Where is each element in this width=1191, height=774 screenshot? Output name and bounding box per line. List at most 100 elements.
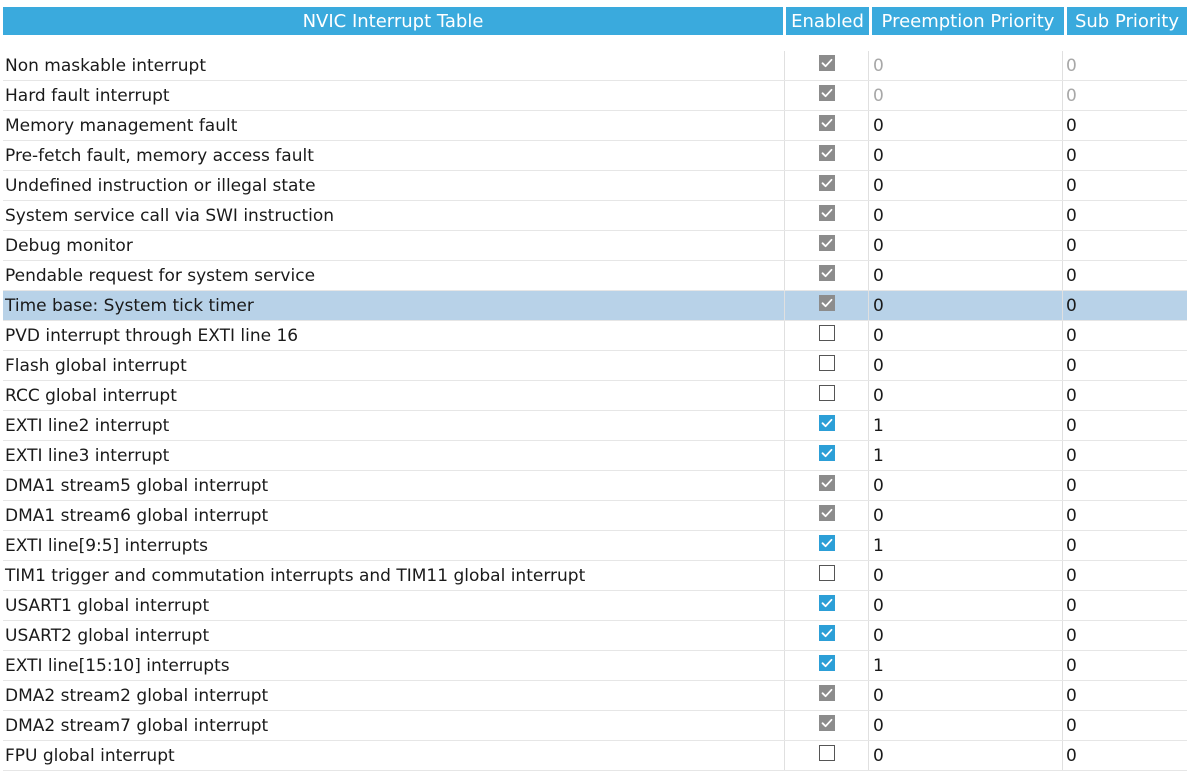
sub-priority-value[interactable]: 0 — [1063, 561, 1187, 590]
preemption-priority-value[interactable]: 0 — [869, 681, 1063, 710]
enabled-checkbox[interactable] — [818, 564, 835, 581]
preemption-priority-value[interactable]: 0 — [869, 621, 1063, 650]
preemption-priority-value[interactable]: 0 — [869, 501, 1063, 530]
enabled-checkbox[interactable] — [818, 654, 835, 671]
enabled-cell — [785, 51, 869, 80]
preemption-priority-value[interactable]: 1 — [869, 411, 1063, 440]
interrupt-name: Flash global interrupt — [3, 351, 785, 380]
sub-priority-value[interactable]: 0 — [1063, 621, 1187, 650]
preemption-priority-value[interactable]: 0 — [869, 591, 1063, 620]
sub-priority-value[interactable]: 0 — [1063, 111, 1187, 140]
preemption-priority-value[interactable]: 1 — [869, 651, 1063, 680]
preemption-priority-value[interactable]: 0 — [869, 261, 1063, 290]
sub-priority-value[interactable]: 0 — [1063, 141, 1187, 170]
preemption-priority-value[interactable]: 0 — [869, 381, 1063, 410]
enabled-checkbox[interactable] — [818, 444, 835, 461]
preemption-priority-value[interactable]: 0 — [869, 231, 1063, 260]
preemption-priority-value[interactable]: 0 — [869, 351, 1063, 380]
enabled-checkbox[interactable] — [818, 354, 835, 371]
preemption-priority-value[interactable]: 1 — [869, 441, 1063, 470]
preemption-priority-value[interactable]: 0 — [869, 171, 1063, 200]
checkmark-icon — [821, 448, 832, 457]
enabled-cell — [785, 111, 869, 140]
sub-priority-value[interactable]: 0 — [1063, 321, 1187, 350]
table-row[interactable]: FPU global interrupt 0 0 — [3, 741, 1187, 771]
column-header-interrupt[interactable]: NVIC Interrupt Table — [3, 7, 783, 35]
sub-priority-value[interactable]: 0 — [1063, 291, 1187, 320]
interrupt-name: TIM1 trigger and commutation interrupts … — [3, 561, 785, 590]
table-row[interactable]: DMA2 stream2 global interrupt 0 0 — [3, 681, 1187, 711]
sub-priority-value[interactable]: 0 — [1063, 591, 1187, 620]
sub-priority-value[interactable]: 0 — [1063, 471, 1187, 500]
enabled-checkbox[interactable] — [818, 324, 835, 341]
table-row[interactable]: Undefined instruction or illegal state 0 0 — [3, 171, 1187, 201]
enabled-checkbox[interactable] — [818, 624, 835, 641]
preemption-priority-value[interactable]: 0 — [869, 111, 1063, 140]
sub-priority-value[interactable]: 0 — [1063, 441, 1187, 470]
table-row[interactable]: Hard fault interrupt 0 0 — [3, 81, 1187, 111]
table-row[interactable]: EXTI line2 interrupt 1 0 — [3, 411, 1187, 441]
sub-priority-value[interactable]: 0 — [1063, 171, 1187, 200]
interrupt-name: Undefined instruction or illegal state — [3, 171, 785, 200]
sub-priority-value[interactable]: 0 — [1063, 531, 1187, 560]
sub-priority-value[interactable]: 0 — [1063, 651, 1187, 680]
table-row[interactable]: EXTI line3 interrupt 1 0 — [3, 441, 1187, 471]
preemption-priority-value[interactable]: 0 — [869, 201, 1063, 230]
enabled-checkbox[interactable] — [818, 384, 835, 401]
sub-priority-value[interactable]: 0 — [1063, 201, 1187, 230]
sub-priority-value[interactable]: 0 — [1063, 501, 1187, 530]
enabled-checkbox[interactable] — [818, 534, 835, 551]
table-row[interactable]: USART2 global interrupt 0 0 — [3, 621, 1187, 651]
checkmark-icon — [821, 88, 832, 97]
checkmark-icon — [821, 58, 832, 67]
sub-priority-value[interactable]: 0 — [1063, 231, 1187, 260]
enabled-checkbox — [818, 474, 835, 491]
preemption-priority-value[interactable]: 1 — [869, 531, 1063, 560]
table-row[interactable]: RCC global interrupt 0 0 — [3, 381, 1187, 411]
preemption-priority-value: 0 — [869, 81, 1063, 110]
interrupt-name: Debug monitor — [3, 231, 785, 260]
table-row[interactable]: DMA2 stream7 global interrupt 0 0 — [3, 711, 1187, 741]
table-row[interactable]: Memory management fault 0 0 — [3, 111, 1187, 141]
sub-priority-value[interactable]: 0 — [1063, 261, 1187, 290]
table-row[interactable]: PVD interrupt through EXTI line 16 0 0 — [3, 321, 1187, 351]
table-row[interactable]: System service call via SWI instruction 0… — [3, 201, 1187, 231]
table-row[interactable]: Flash global interrupt 0 0 — [3, 351, 1187, 381]
enabled-checkbox[interactable] — [818, 744, 835, 761]
enabled-checkbox[interactable] — [818, 414, 835, 431]
table-row[interactable]: Pre-fetch fault, memory access fault 0 0 — [3, 141, 1187, 171]
checkmark-icon — [821, 148, 832, 157]
table-row[interactable]: Pendable request for system service 0 0 — [3, 261, 1187, 291]
interrupt-name: EXTI line3 interrupt — [3, 441, 785, 470]
table-row[interactable]: Non maskable interrupt 0 0 — [3, 51, 1187, 81]
preemption-priority-value[interactable]: 0 — [869, 711, 1063, 740]
sub-priority-value[interactable]: 0 — [1063, 681, 1187, 710]
table-row[interactable]: TIM1 trigger and commutation interrupts … — [3, 561, 1187, 591]
table-row[interactable]: Time base: System tick timer 0 0 — [3, 291, 1187, 321]
interrupt-name: Time base: System tick timer — [3, 291, 785, 320]
table-row[interactable]: USART1 global interrupt 0 0 — [3, 591, 1187, 621]
preemption-priority-value[interactable]: 0 — [869, 561, 1063, 590]
table-row[interactable]: EXTI line[15:10] interrupts 1 0 — [3, 651, 1187, 681]
sub-priority-value[interactable]: 0 — [1063, 381, 1187, 410]
table-row[interactable]: DMA1 stream6 global interrupt 0 0 — [3, 501, 1187, 531]
table-row[interactable]: Debug monitor 0 0 — [3, 231, 1187, 261]
enabled-checkbox[interactable] — [818, 594, 835, 611]
table-row[interactable]: EXTI line[9:5] interrupts 1 0 — [3, 531, 1187, 561]
table-row[interactable]: DMA1 stream5 global interrupt 0 0 — [3, 471, 1187, 501]
column-header-sub-priority[interactable]: Sub Priority — [1067, 7, 1187, 35]
enabled-checkbox — [818, 114, 835, 131]
sub-priority-value[interactable]: 0 — [1063, 711, 1187, 740]
preemption-priority-value[interactable]: 0 — [869, 141, 1063, 170]
column-header-enabled[interactable]: Enabled — [786, 7, 869, 35]
sub-priority-value: 0 — [1066, 55, 1077, 76]
preemption-priority-value[interactable]: 0 — [869, 291, 1063, 320]
sub-priority-value[interactable]: 0 — [1063, 741, 1187, 770]
preemption-priority-value[interactable]: 0 — [869, 741, 1063, 770]
column-header-preemption-priority[interactable]: Preemption Priority — [872, 7, 1064, 35]
sub-priority-value[interactable]: 0 — [1063, 411, 1187, 440]
enabled-cell — [785, 141, 869, 170]
preemption-priority-value[interactable]: 0 — [869, 321, 1063, 350]
preemption-priority-value[interactable]: 0 — [869, 471, 1063, 500]
sub-priority-value[interactable]: 0 — [1063, 351, 1187, 380]
